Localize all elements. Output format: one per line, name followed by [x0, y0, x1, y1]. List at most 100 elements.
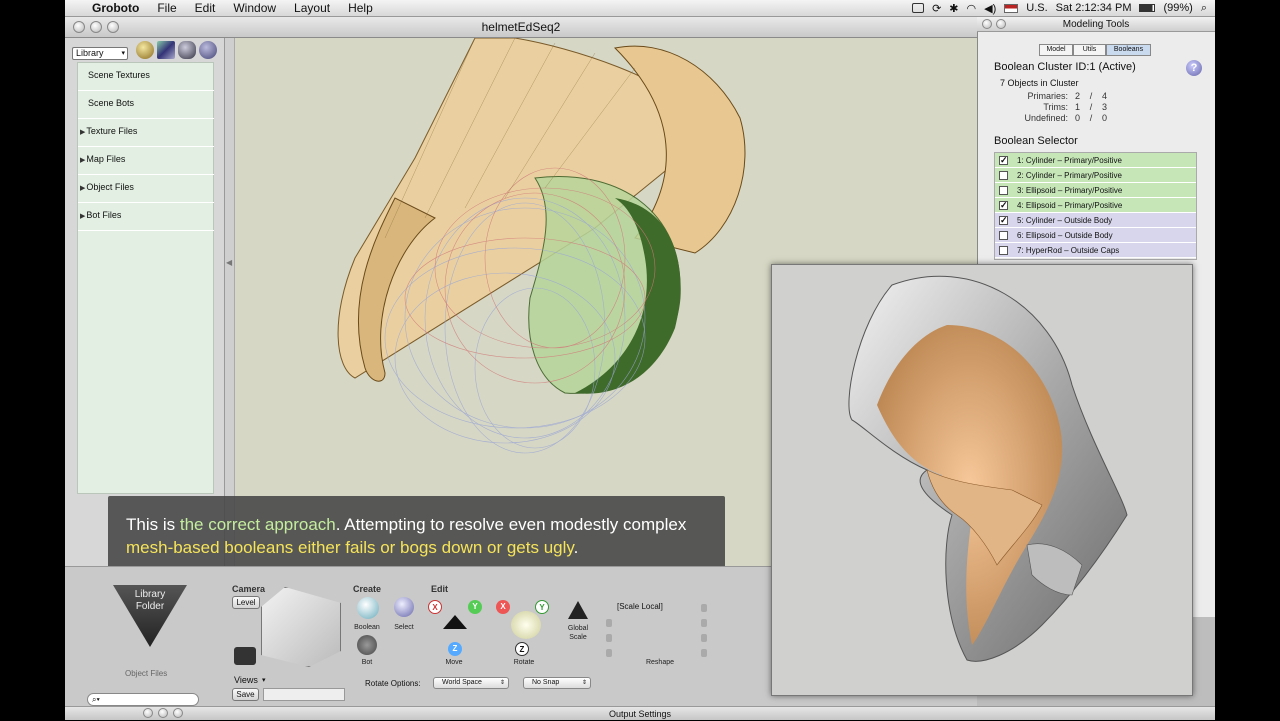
output-settings-label[interactable]: Output Settings — [609, 709, 671, 719]
panel-splitter[interactable]: ◀ — [225, 38, 235, 566]
save-view-button[interactable]: Save — [232, 688, 259, 701]
tab-booleans[interactable]: Booleans — [1106, 44, 1151, 56]
map-icon[interactable] — [157, 41, 175, 59]
locale-label[interactable]: U.S. — [1026, 2, 1047, 14]
boolean-row-checkbox[interactable] — [999, 171, 1008, 180]
camera-dolly-icon[interactable] — [234, 647, 256, 665]
flag-icon[interactable] — [1004, 3, 1019, 13]
zoom-button[interactable] — [107, 21, 119, 33]
battery-percent: (99%) — [1163, 2, 1193, 14]
reshape-slider-3[interactable] — [606, 649, 612, 657]
library-selector[interactable]: Library ▾ — [72, 47, 128, 60]
menu-help[interactable]: Help — [339, 1, 382, 15]
boolean-row-checkbox[interactable]: ✓ — [999, 156, 1008, 165]
status-control-1[interactable] — [143, 708, 153, 718]
reshape-slider-4[interactable] — [701, 604, 707, 612]
world-space-value: World Space — [442, 679, 482, 686]
world-space-dropdown[interactable]: World Space ⇕ — [433, 677, 509, 689]
boolean-row[interactable]: ✓ 1: Cylinder – Primary/Positive — [995, 153, 1196, 168]
reshape-slider-5[interactable] — [701, 619, 707, 627]
spotlight-icon[interactable]: ⌕ — [1201, 2, 1207, 15]
app-menu[interactable]: Groboto — [83, 1, 148, 15]
clock[interactable]: Sat 2:12:34 PM — [1056, 2, 1132, 14]
boolean-row-checkbox[interactable]: ✓ — [999, 216, 1008, 225]
status-control-2[interactable] — [158, 708, 168, 718]
boolean-row[interactable]: 3: Ellipsoid – Primary/Positive — [995, 183, 1196, 198]
boolean-row-checkbox[interactable]: ✓ — [999, 201, 1008, 210]
rotate-icon[interactable] — [511, 611, 541, 639]
boolean-row[interactable]: 2: Cylinder – Primary/Positive — [995, 168, 1196, 183]
boolean-row-label: 3: Ellipsoid – Primary/Positive — [1017, 186, 1123, 195]
library-item-bot-files[interactable]: ▶Bot Files — [78, 203, 214, 231]
disclosure-triangle-icon[interactable]: ▶ — [80, 213, 85, 220]
library-item-scene-bots[interactable]: Scene Bots — [78, 91, 214, 119]
minimize-button[interactable] — [90, 21, 102, 33]
battery-icon[interactable] — [1139, 4, 1156, 12]
snap-dropdown[interactable]: No Snap ⇕ — [523, 677, 591, 689]
rotate-y-axis[interactable]: Y — [535, 600, 549, 614]
panel-minimize-button[interactable] — [996, 19, 1006, 29]
library-item-texture-files[interactable]: ▶Texture Files — [78, 119, 214, 147]
library-item-map-files[interactable]: ▶Map Files — [78, 147, 214, 175]
boolean-row-label: 2: Cylinder – Primary/Positive — [1017, 171, 1122, 180]
tab-utils[interactable]: Utils — [1073, 44, 1106, 56]
view-name-field[interactable] — [263, 688, 345, 701]
status-bar: Output Settings — [65, 706, 1215, 720]
bluetooth-icon[interactable]: ✱ — [949, 2, 958, 15]
status-control-3[interactable] — [173, 708, 183, 718]
snap-value: No Snap — [532, 679, 560, 686]
reshape-slider-2[interactable] — [606, 634, 612, 642]
move-z-axis[interactable]: Z — [448, 642, 462, 656]
global-scale-icon[interactable] — [568, 601, 588, 619]
library-selector-label: Library — [76, 48, 104, 58]
collapse-arrow-icon[interactable]: ◀ — [226, 258, 232, 267]
library-search-field[interactable]: ⌕▾ — [87, 693, 199, 706]
texture-ball-icon[interactable] — [136, 41, 154, 59]
move-x-axis[interactable]: X — [428, 600, 442, 614]
wifi-icon[interactable]: ◠ — [967, 2, 977, 15]
bot-tool-icon[interactable] — [357, 635, 377, 655]
help-button[interactable]: ? — [1186, 60, 1202, 76]
menu-edit[interactable]: Edit — [186, 1, 225, 15]
close-button[interactable] — [73, 21, 85, 33]
boolean-tool-icon[interactable] — [357, 597, 379, 619]
disclosure-triangle-icon[interactable]: ▶ — [80, 129, 85, 136]
boolean-row[interactable]: 6: Ellipsoid – Outside Body — [995, 228, 1196, 243]
boolean-row-label: 4: Ellipsoid – Primary/Positive — [1017, 201, 1123, 210]
views-label[interactable]: Views — [234, 675, 258, 685]
scale-local-label[interactable]: [Scale Local] — [617, 602, 663, 611]
move-arrow-icon[interactable] — [443, 615, 467, 629]
camera-status-icon[interactable] — [912, 3, 925, 13]
render-preview-window[interactable] — [771, 264, 1193, 696]
rotate-z-axis[interactable]: Z — [515, 642, 529, 656]
library-item-scene-textures[interactable]: Scene Textures — [78, 63, 214, 91]
boolean-row[interactable]: ✓ 5: Cylinder – Outside Body — [995, 213, 1196, 228]
boolean-row-checkbox[interactable] — [999, 186, 1008, 195]
boolean-row-checkbox[interactable] — [999, 246, 1008, 255]
bot-icon[interactable] — [199, 41, 217, 59]
boolean-row[interactable]: 7: HyperRod – Outside Caps — [995, 243, 1196, 258]
menu-window[interactable]: Window — [224, 1, 285, 15]
tab-model[interactable]: Model — [1039, 44, 1073, 56]
views-dropdown-icon[interactable]: ▾ — [262, 676, 266, 684]
volume-icon[interactable]: ◀) — [984, 2, 996, 15]
disclosure-triangle-icon[interactable]: ▶ — [80, 185, 85, 192]
reshape-slider-1[interactable] — [606, 619, 612, 627]
panel-close-button[interactable] — [982, 19, 992, 29]
library-folder-button[interactable]: Library Folder — [113, 585, 187, 647]
disclosure-triangle-icon[interactable]: ▶ — [80, 157, 85, 164]
boolean-row[interactable]: ✓ 4: Ellipsoid – Primary/Positive — [995, 198, 1196, 213]
menu-layout[interactable]: Layout — [285, 1, 339, 15]
reshape-slider-7[interactable] — [701, 649, 707, 657]
sync-icon[interactable]: ⟳ — [932, 2, 941, 15]
level-button[interactable]: Level — [232, 596, 260, 609]
object-icon[interactable] — [178, 41, 196, 59]
reshape-slider-6[interactable] — [701, 634, 707, 642]
menu-file[interactable]: File — [148, 1, 185, 15]
camera-cube-widget[interactable] — [261, 587, 341, 667]
library-item-object-files[interactable]: ▶Object Files — [78, 175, 214, 203]
select-tool-icon[interactable] — [394, 597, 414, 617]
boolean-row-checkbox[interactable] — [999, 231, 1008, 240]
move-y-axis[interactable]: Y — [468, 600, 482, 614]
rotate-x-axis[interactable]: X — [496, 600, 510, 614]
